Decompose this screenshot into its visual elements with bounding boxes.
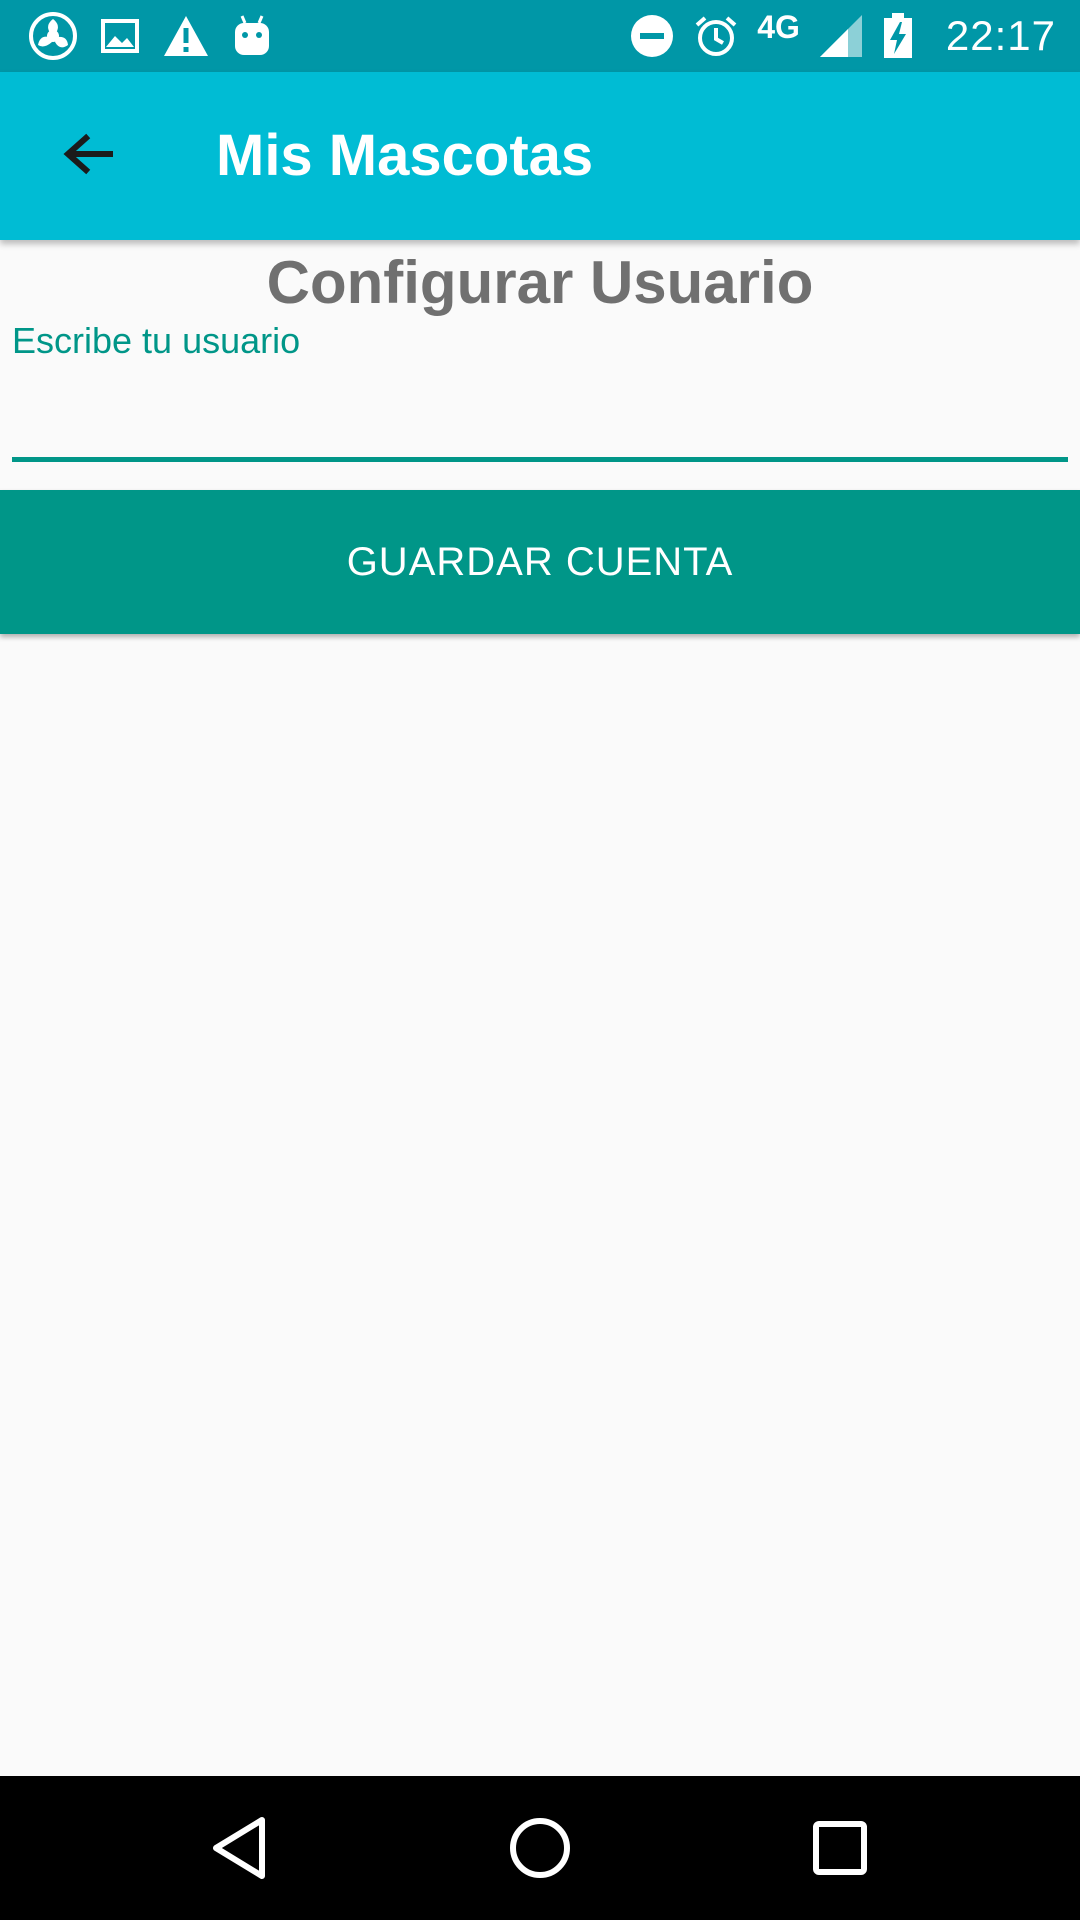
save-account-button[interactable]: GUARDAR CUENTA bbox=[0, 490, 1080, 634]
network-type: 4G bbox=[757, 8, 800, 45]
signal-icon bbox=[819, 15, 862, 57]
app-notification-icon bbox=[29, 12, 77, 60]
page-heading: Configurar Usuario bbox=[266, 249, 814, 316]
recents-square-icon[interactable] bbox=[800, 1808, 880, 1888]
back-triangle-icon[interactable] bbox=[200, 1808, 280, 1888]
notification-icons bbox=[28, 12, 272, 60]
system-status-icons: 4G 22:17 bbox=[629, 8, 1056, 62]
image-icon bbox=[101, 19, 139, 53]
status-bar: 4G 22:17 bbox=[0, 0, 1080, 72]
username-label: Escribe tu usuario bbox=[12, 320, 301, 361]
battery-charging-icon bbox=[883, 13, 912, 58]
alarm-icon bbox=[695, 16, 737, 56]
navigation-bar bbox=[0, 1776, 1080, 1920]
app-bar: Mis Mascotas bbox=[0, 72, 1080, 240]
warning-icon bbox=[164, 16, 208, 56]
do-not-disturb-icon bbox=[631, 15, 674, 57]
android-icon bbox=[235, 15, 269, 55]
username-input[interactable] bbox=[12, 370, 1068, 462]
home-circle-icon[interactable] bbox=[500, 1808, 580, 1888]
app-title: Mis Mascotas bbox=[216, 123, 594, 188]
arrow-back-icon[interactable] bbox=[56, 124, 120, 188]
clock: 22:17 bbox=[945, 12, 1056, 59]
